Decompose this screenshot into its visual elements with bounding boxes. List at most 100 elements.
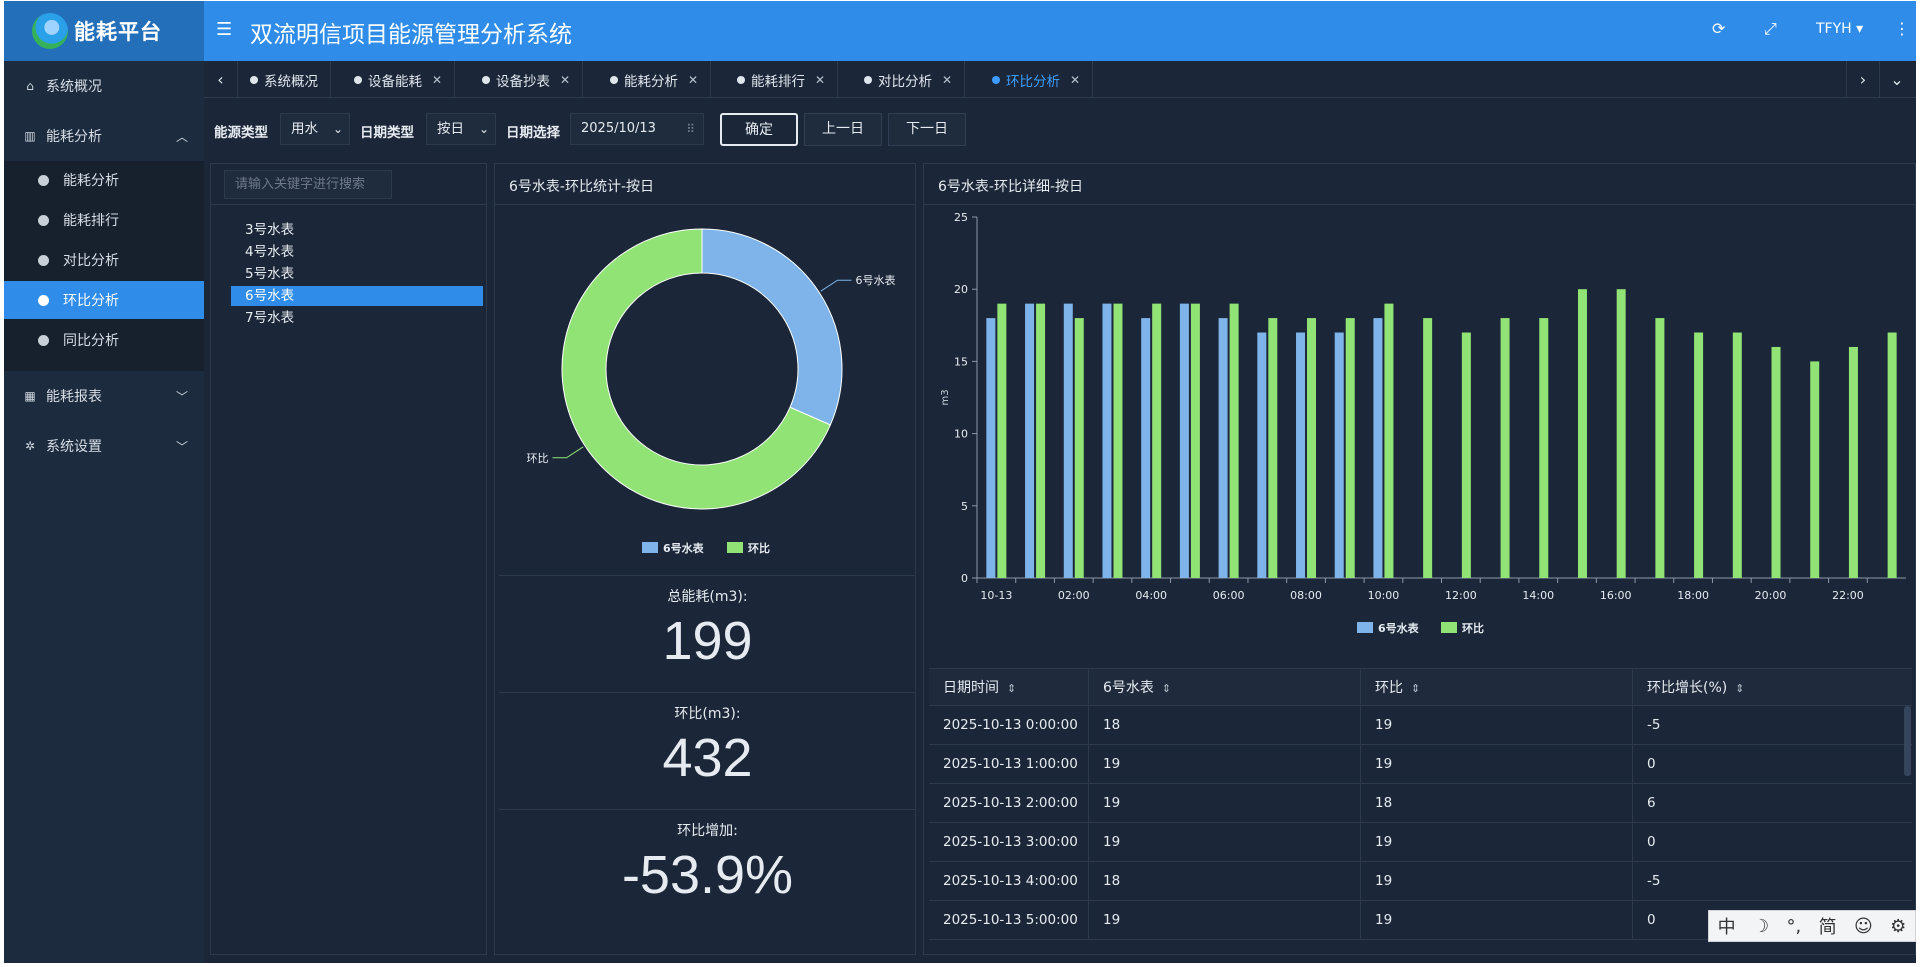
table-row[interactable]: 2025-10-13 2:00:00 19 18 6 [929, 784, 1912, 823]
close-icon[interactable]: ✕ [942, 73, 952, 87]
bar-mom[interactable] [1848, 346, 1858, 578]
tab-dot-icon [250, 75, 258, 84]
bar-mom[interactable] [1384, 303, 1394, 578]
close-icon[interactable]: ✕ [1070, 73, 1080, 87]
column-header-mom-growth[interactable]: 环比增长(%) ⇕ [1633, 669, 1912, 707]
sidebar-item-reports[interactable]: ▦ 能耗报表 ﹀ [4, 376, 204, 416]
bar-mom[interactable] [1190, 303, 1200, 578]
legend-label[interactable]: 环比 [1462, 621, 1484, 635]
tree-item-meter-4[interactable]: 4号水表 [231, 242, 483, 262]
table-row[interactable]: 2025-10-13 4:00:00 18 19 -5 [929, 862, 1912, 901]
date-type-select[interactable]: 按日 ⌄ [426, 113, 496, 145]
sidebar-subitem-label: 能耗分析 [63, 173, 119, 189]
bar-mom[interactable] [1810, 361, 1820, 578]
bar-mom[interactable] [1423, 318, 1433, 578]
search-input[interactable] [224, 170, 392, 199]
table-scrollbar[interactable] [1904, 706, 1911, 776]
emoji-icon[interactable]: ☺ [1854, 916, 1873, 937]
tab-dropdown-icon[interactable]: ⌄ [1880, 61, 1914, 98]
bar-current[interactable] [1257, 332, 1267, 578]
bar-mom[interactable] [1732, 332, 1742, 578]
close-icon[interactable]: ✕ [560, 73, 570, 87]
bar-mom[interactable] [1074, 318, 1084, 578]
bar-mom[interactable] [1152, 303, 1162, 578]
bar-current[interactable] [1102, 303, 1112, 578]
column-header-meter[interactable]: 6号水表 ⇕ [1089, 669, 1361, 707]
sidebar-subitem-ranking[interactable]: 能耗排行 [4, 201, 204, 239]
gear-icon[interactable]: ⚙ [1890, 916, 1906, 937]
tree-item-meter-7[interactable]: 7号水表 [231, 308, 483, 328]
column-header-datetime[interactable]: 日期时间 ⇕ [929, 669, 1089, 707]
refresh-icon[interactable]: ⟳ [1712, 19, 1725, 38]
moon-icon[interactable]: ☽ [1753, 916, 1769, 937]
close-icon[interactable]: ✕ [432, 73, 442, 87]
confirm-button[interactable]: 确定 [720, 113, 798, 146]
bar-current[interactable] [1218, 318, 1228, 578]
user-menu[interactable]: TFYH ▾ [1816, 21, 1863, 37]
bar-mom[interactable] [1461, 332, 1471, 578]
energy-type-select[interactable]: 用水 ⌄ [280, 113, 350, 145]
sidebar-subitem-mom-analysis[interactable]: 环比分析 [4, 281, 204, 319]
close-icon[interactable]: ✕ [815, 73, 825, 87]
bar-mom[interactable] [1268, 318, 1278, 578]
bar-current[interactable] [1296, 332, 1306, 578]
tab-energy-analysis[interactable]: 能耗分析 ✕ [598, 61, 712, 98]
tab-device-reading[interactable]: 设备抄表 ✕ [470, 61, 584, 98]
tree-item-meter-6[interactable]: 6号水表 [231, 286, 483, 306]
bar-current[interactable] [1141, 318, 1151, 578]
donut-slice[interactable] [701, 228, 843, 426]
tab-device-energy[interactable]: 设备能耗 ✕ [342, 61, 456, 98]
sidebar-item-settings[interactable]: ✲ 系统设置 ﹀ [4, 426, 204, 466]
sidebar-item-energy-analysis[interactable]: ▥ 能耗分析 ︿ [4, 116, 204, 156]
bar-mom[interactable] [997, 303, 1007, 578]
tree-item-meter-3[interactable]: 3号水表 [231, 220, 483, 240]
date-picker[interactable]: 2025/10/13 ⠿ [570, 113, 704, 145]
sidebar-item-overview[interactable]: ⌂ 系统概况 [4, 66, 204, 106]
tab-energy-ranking[interactable]: 能耗排行 ✕ [725, 61, 839, 98]
table-row[interactable]: 2025-10-13 1:00:00 19 19 0 [929, 745, 1912, 784]
bar-mom[interactable] [1616, 289, 1626, 578]
ime-lang-button[interactable]: 中 [1718, 913, 1736, 939]
bar-mom[interactable] [1229, 303, 1239, 578]
fullscreen-icon[interactable]: ⤢ [1764, 19, 1777, 39]
next-day-button[interactable]: 下一日 [888, 113, 966, 146]
table-row[interactable]: 2025-10-13 3:00:00 19 19 0 [929, 823, 1912, 862]
menu-icon[interactable]: ☰ [216, 19, 232, 40]
tab-overview[interactable]: 系统概况 [238, 61, 331, 98]
bar-current[interactable] [1063, 303, 1073, 578]
close-icon[interactable]: ✕ [688, 73, 698, 87]
legend-label[interactable]: 6号水表 [1378, 621, 1420, 635]
tab-mom-analysis[interactable]: 环比分析 ✕ [980, 61, 1094, 98]
bar-mom[interactable] [1694, 332, 1704, 578]
prev-day-button[interactable]: 上一日 [804, 113, 882, 146]
punctuation-icon[interactable]: °, [1787, 916, 1802, 937]
bar-mom[interactable] [1539, 318, 1549, 578]
bar-mom[interactable] [1655, 318, 1665, 578]
sidebar-subitem-yoy-analysis[interactable]: 同比分析 [4, 321, 204, 359]
tab-scroll-left-icon[interactable]: ‹ [204, 61, 238, 98]
bar-current[interactable] [1179, 303, 1189, 578]
more-icon[interactable]: ⋮ [1894, 19, 1910, 38]
simplified-button[interactable]: 简 [1819, 913, 1837, 939]
tree-item-meter-5[interactable]: 5号水表 [231, 264, 483, 284]
legend-label[interactable]: 6号水表 [663, 541, 705, 555]
bar-current[interactable] [1025, 303, 1035, 578]
bar-mom[interactable] [1307, 318, 1317, 578]
bar-mom[interactable] [1887, 332, 1897, 578]
bar-mom[interactable] [1345, 318, 1355, 578]
tab-comparison[interactable]: 对比分析 ✕ [852, 61, 966, 98]
column-header-mom[interactable]: 环比 ⇕ [1361, 669, 1633, 707]
bar-current[interactable] [1373, 318, 1383, 578]
bar-mom[interactable] [1771, 346, 1781, 578]
bar-current[interactable] [1334, 332, 1344, 578]
bar-mom[interactable] [1036, 303, 1046, 578]
sidebar-subitem-comparison[interactable]: 对比分析 [4, 241, 204, 279]
bar-current[interactable] [986, 318, 996, 578]
table-row[interactable]: 2025-10-13 0:00:00 18 19 -5 [929, 706, 1912, 745]
bar-mom[interactable] [1500, 318, 1510, 578]
legend-label[interactable]: 环比 [748, 541, 770, 555]
sidebar-subitem-energy-analysis[interactable]: 能耗分析 [4, 161, 204, 199]
bar-mom[interactable] [1113, 303, 1123, 578]
tab-scroll-right-icon[interactable]: › [1846, 61, 1880, 98]
bar-mom[interactable] [1577, 289, 1587, 578]
